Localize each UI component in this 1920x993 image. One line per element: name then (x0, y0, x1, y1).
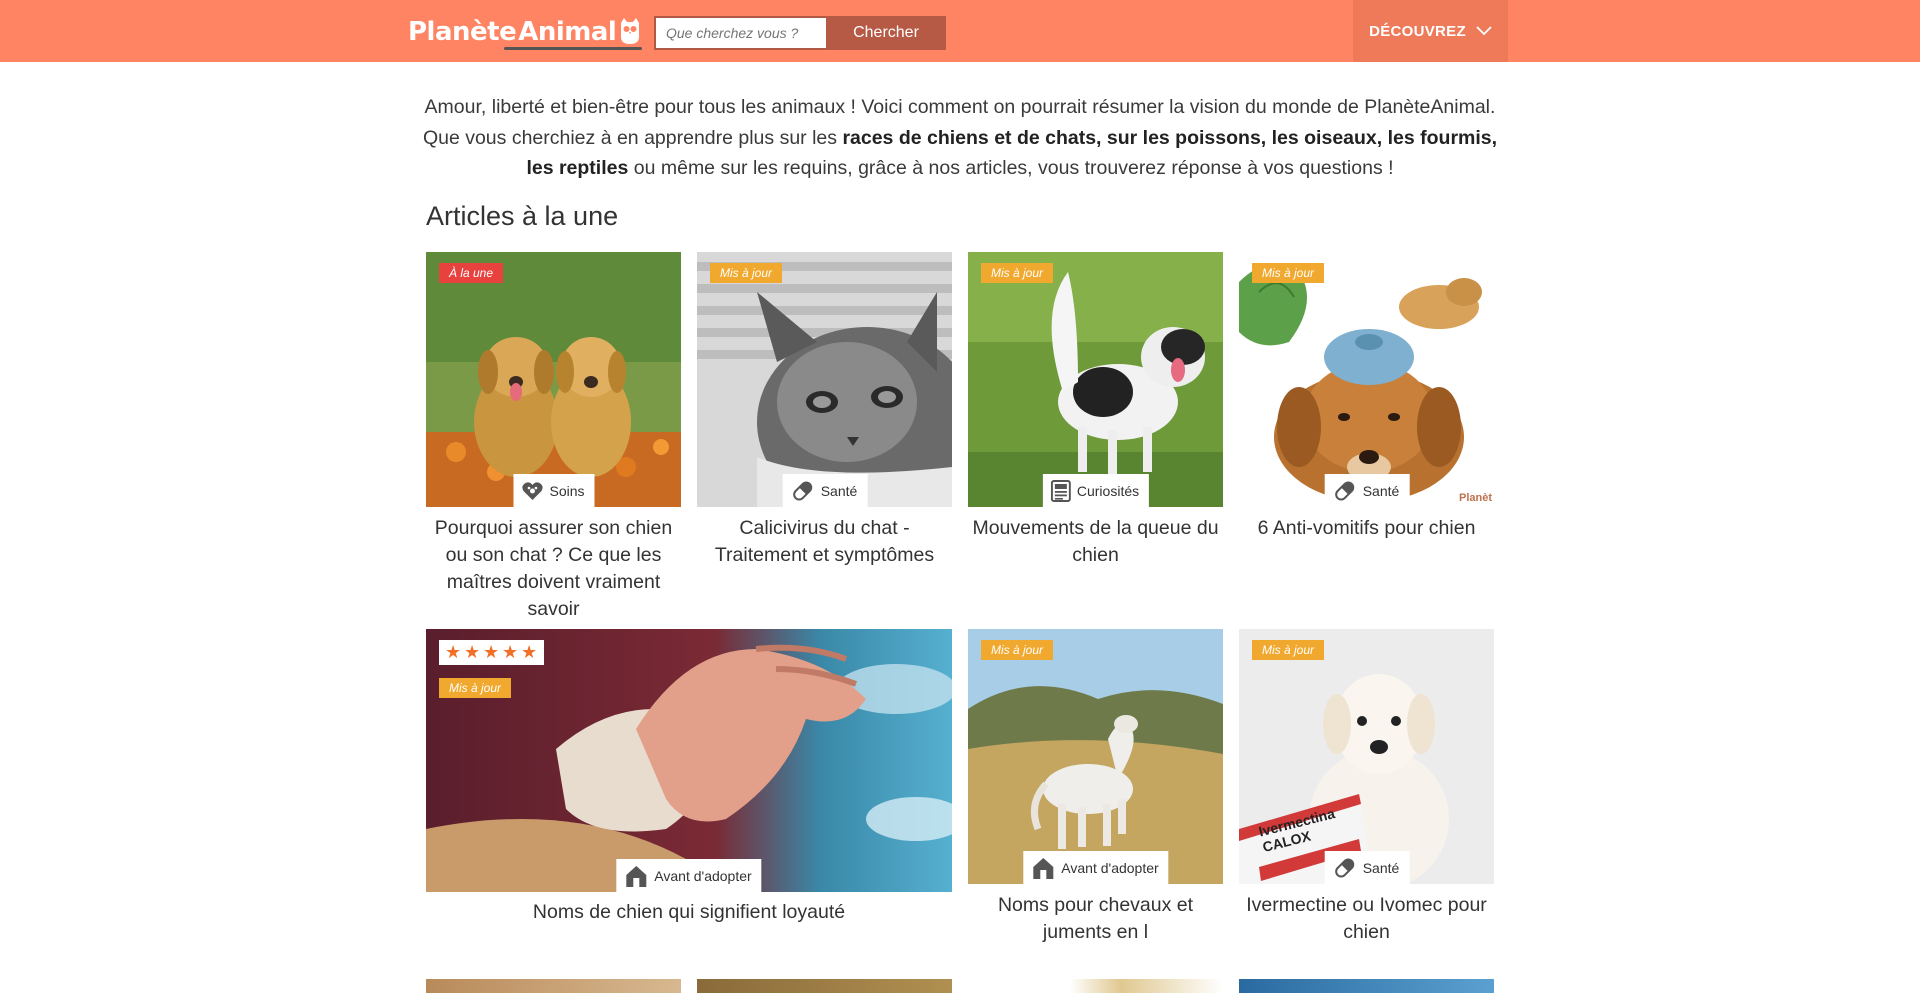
article-image-peek[interactable] (968, 979, 1223, 993)
article-image[interactable]: À la une Soins (426, 252, 681, 507)
updated-badge: Mis à jour (710, 263, 783, 283)
article-title[interactable]: Noms de chien qui signifient loyauté (426, 899, 952, 926)
star-icon: ★ (483, 642, 500, 662)
article-image[interactable]: Mis à jour Ivermectina CALOX Santé (1239, 629, 1494, 884)
heart-paw-icon (522, 481, 543, 500)
category-label: Avant d'adopter (1061, 859, 1159, 876)
logo-text-planete: Planète (408, 17, 517, 47)
article-image[interactable]: Mis à jour Planèt Santé (1239, 252, 1494, 507)
updated-badge: Mis à jour (1252, 640, 1325, 660)
updated-badge: Mis à jour (981, 640, 1054, 660)
featured-badge: À la une (439, 263, 504, 283)
article-image[interactable]: Mis à jour Santé (697, 252, 952, 507)
article-image-peek[interactable] (697, 979, 952, 993)
logo-text-animal: Animal (518, 17, 617, 47)
star-icon: ★ (521, 642, 538, 662)
updated-badge: Mis à jour (1252, 263, 1325, 283)
updated-badge: Mis à jour (439, 678, 512, 698)
section-title: Articles à la une (426, 201, 619, 231)
article-image-peek[interactable] (426, 979, 681, 993)
article-title[interactable]: Noms pour chevaux et juments en l (968, 892, 1223, 946)
category-label: Santé (1362, 482, 1400, 499)
search-input[interactable] (654, 16, 826, 50)
article-image[interactable]: ★ ★ ★ ★ ★ Mis à jour Avant d'adopter (426, 629, 952, 892)
star-rating: ★ ★ ★ ★ ★ (439, 640, 544, 665)
star-icon: ★ (445, 642, 462, 662)
category-label: Avant d'adopter (654, 867, 752, 884)
category-label: Santé (1362, 859, 1400, 876)
site-logo[interactable]: Planète Animal (408, 12, 646, 52)
pill-icon (793, 480, 813, 501)
discover-label: DÉCOUVREZ (1369, 22, 1466, 40)
pill-icon (1335, 857, 1355, 878)
intro-text-end: ou même sur les requins, grâce à nos art… (628, 157, 1394, 179)
discover-menu-button[interactable]: DÉCOUVREZ (1353, 0, 1508, 62)
article-title[interactable]: Calicivirus du chat - Traitement et symp… (697, 515, 952, 569)
category-label: Curiosités (1076, 482, 1140, 499)
search-button[interactable]: Chercher (826, 16, 946, 50)
image-watermark: Planèt (1458, 492, 1492, 504)
article-image[interactable]: Mis à jour Avant d'adopter (968, 629, 1223, 884)
category-tag[interactable]: Soins (513, 474, 595, 507)
category-tag[interactable]: Santé (1324, 474, 1410, 507)
category-tag[interactable]: Avant d'adopter (616, 859, 762, 892)
owl-icon (618, 17, 646, 47)
updated-badge: Mis à jour (981, 263, 1054, 283)
search-form: Chercher (654, 16, 946, 50)
article-title[interactable]: Ivermectine ou Ivomec pour chien (1239, 892, 1494, 946)
pill-icon (1335, 480, 1355, 501)
category-tag[interactable]: Santé (782, 474, 868, 507)
article-image-peek[interactable] (1239, 979, 1494, 993)
house-icon (626, 865, 647, 887)
category-tag[interactable]: Santé (1324, 851, 1410, 884)
category-tag[interactable]: Curiosités (1042, 474, 1150, 507)
house-icon (1033, 857, 1054, 879)
article-title[interactable]: Pourquoi assurer son chien ou son chat ?… (426, 515, 681, 623)
intro-paragraph: Amour, liberté et bien-être pour tous le… (420, 92, 1500, 184)
article-title[interactable]: 6 Anti-vomitifs pour chien (1239, 515, 1494, 542)
chevron-down-icon (1476, 26, 1492, 36)
category-tag[interactable]: Avant d'adopter (1023, 851, 1169, 884)
star-icon: ★ (464, 642, 481, 662)
article-image[interactable]: Mis à jour Curiosités (968, 252, 1223, 507)
category-label: Santé (820, 482, 858, 499)
article-title[interactable]: Mouvements de la queue du chien (968, 515, 1223, 569)
logo-underline (504, 47, 643, 50)
newspaper-icon (1050, 479, 1071, 502)
category-label: Soins (549, 482, 585, 499)
top-navigation-bar: Planète Animal Chercher DÉCOUVREZ (0, 0, 1920, 62)
star-icon: ★ (502, 642, 519, 662)
